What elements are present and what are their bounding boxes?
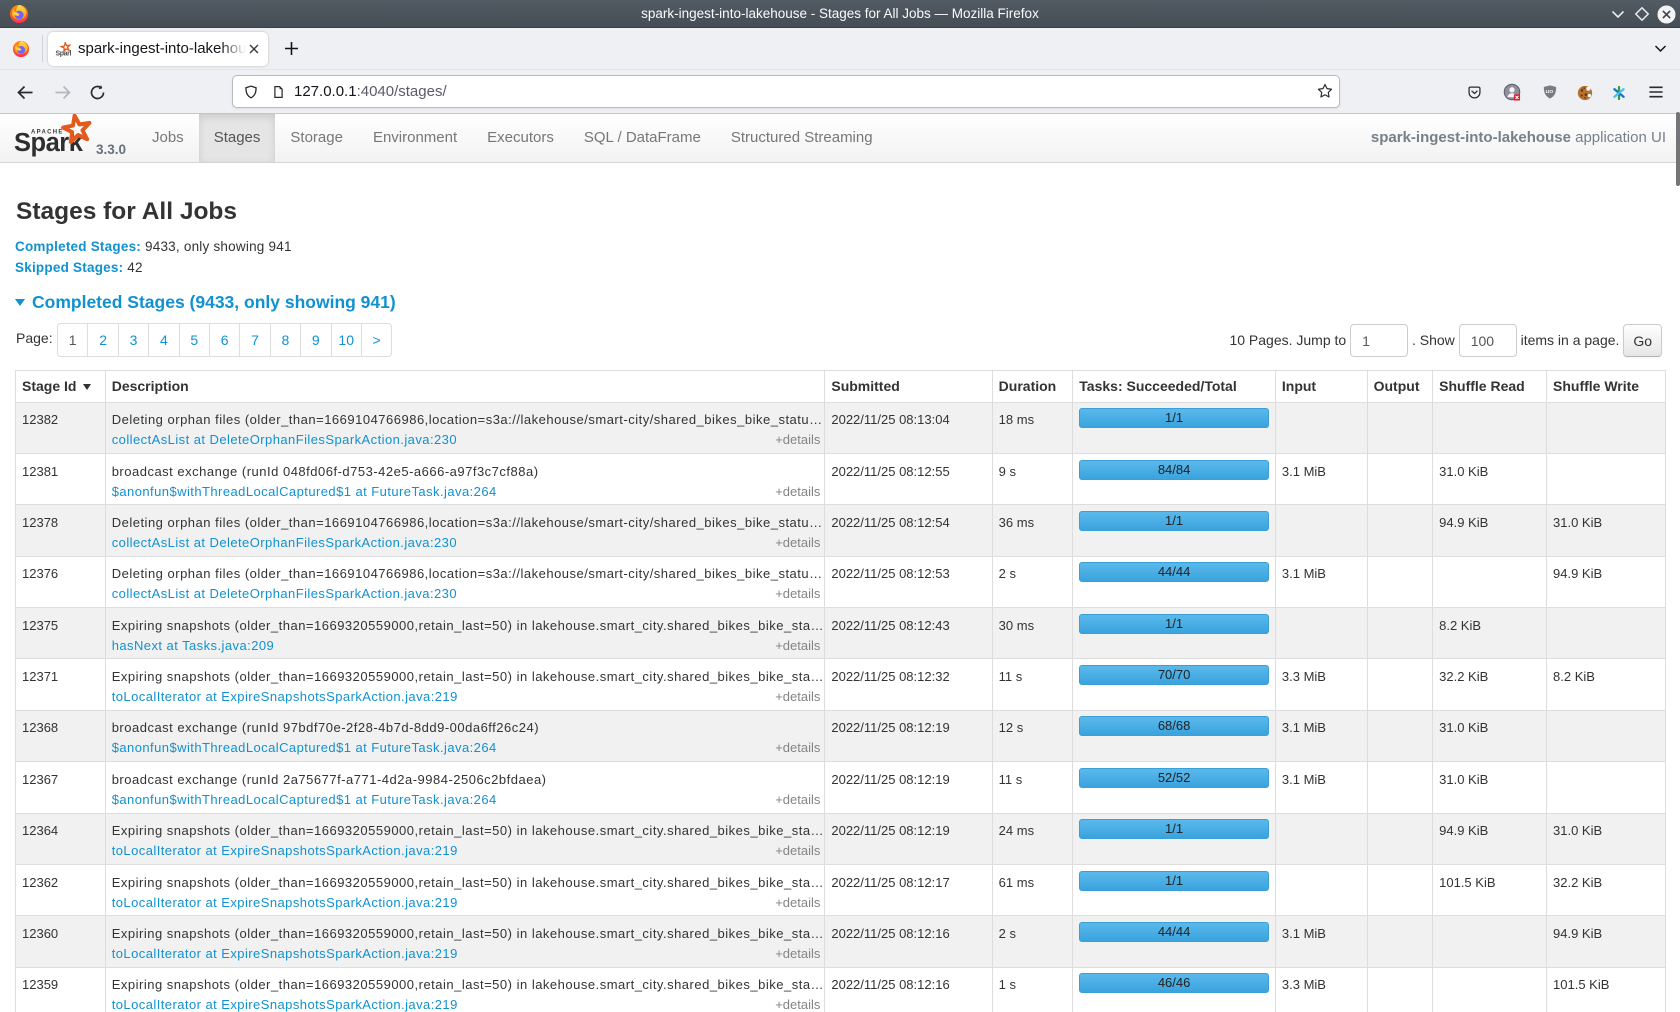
svg-text:Spark: Spark bbox=[56, 51, 72, 58]
svg-text:APACHE: APACHE bbox=[31, 130, 64, 136]
svg-text:UO: UO bbox=[1546, 89, 1554, 95]
